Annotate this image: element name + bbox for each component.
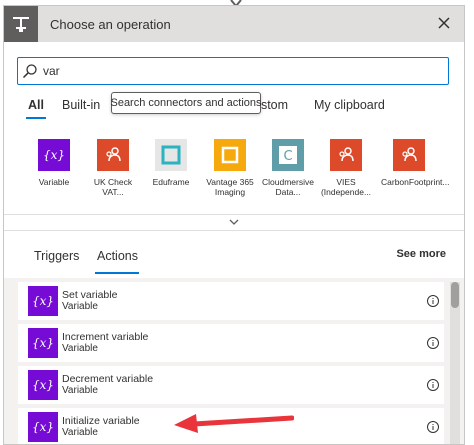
search-icon	[22, 64, 37, 79]
action-decrement-variable[interactable]: {x} Decrement variable Variable	[18, 366, 444, 404]
scrollbar-thumb[interactable]	[451, 282, 459, 308]
choose-operation-panel: Choose an operation All Built-in ustom M…	[3, 5, 465, 445]
connector-person-icon	[393, 139, 425, 171]
svg-text:{x}: {x}	[32, 336, 54, 350]
connector-label: Eduframe	[152, 177, 190, 187]
connector-label: VIES (Independe...	[320, 177, 372, 197]
tab-all[interactable]: All	[28, 98, 44, 112]
connector-cloudmersive-data[interactable]: C Cloudmersive Data...	[260, 139, 316, 197]
svg-text:{x}: {x}	[43, 148, 65, 162]
connector-person-icon	[330, 139, 362, 171]
tab-my-clipboard[interactable]: My clipboard	[314, 98, 385, 112]
connector-list: {x} Variable UK Check VAT... Eduframe Va…	[4, 134, 464, 214]
chevron-down-icon[interactable]	[229, 218, 239, 226]
variable-icon: {x}	[28, 328, 58, 358]
cloudmersive-icon: C	[272, 139, 304, 171]
variable-icon: {x}	[28, 286, 58, 316]
info-icon[interactable]	[426, 336, 440, 350]
search-input[interactable]	[43, 64, 423, 78]
action-text: Increment variable Variable	[62, 331, 148, 355]
connector-eduframe[interactable]: Eduframe	[143, 139, 199, 187]
action-list-scrollbar[interactable]	[450, 282, 460, 444]
tab-actions-underline	[95, 272, 139, 274]
tab-actions[interactable]: Actions	[97, 249, 138, 263]
connector-person-icon	[97, 139, 129, 171]
expand-connectors-row[interactable]	[4, 216, 464, 228]
connector-label: Cloudmersive Data...	[262, 177, 314, 197]
action-set-variable[interactable]: {x} Set variable Variable	[18, 282, 444, 320]
connector-variable[interactable]: {x} Variable	[26, 139, 82, 187]
search-box[interactable]	[17, 57, 449, 85]
panel-title: Choose an operation	[50, 16, 171, 32]
connector-label: Variable	[38, 177, 70, 187]
action-connector: Variable	[62, 385, 98, 396]
action-increment-variable[interactable]: {x} Increment variable Variable	[18, 324, 444, 362]
connector-label: CarbonFootprint...	[381, 177, 450, 187]
tab-triggers[interactable]: Triggers	[34, 249, 79, 263]
tab-built-in[interactable]: Built-in	[62, 98, 100, 112]
close-icon[interactable]	[436, 15, 452, 31]
connector-label: UK Check VAT...	[93, 177, 133, 197]
info-icon[interactable]	[426, 420, 440, 434]
action-name: Decrement variable	[62, 373, 154, 385]
svg-text:{x}: {x}	[32, 378, 54, 392]
action-name: Increment variable	[62, 331, 149, 343]
svg-text:{x}: {x}	[32, 420, 54, 434]
operation-icon-box	[4, 6, 38, 42]
divider	[4, 214, 464, 215]
action-text: Initialize variable Variable	[62, 415, 140, 439]
variable-icon: {x}	[28, 412, 58, 442]
svg-text:C: C	[283, 149, 292, 164]
red-arrow-annotation-icon	[174, 414, 294, 433]
panel-header: Choose an operation	[4, 6, 464, 42]
variable-icon: {x}	[38, 139, 70, 171]
search-tooltip: Search connectors and actions	[110, 92, 262, 114]
info-icon[interactable]	[426, 378, 440, 392]
connector-vies[interactable]: VIES (Independe...	[318, 139, 374, 197]
action-text: Decrement variable Variable	[62, 373, 153, 397]
action-connector: Variable	[62, 343, 98, 354]
action-name: Initialize variable	[62, 415, 140, 427]
action-name: Set variable	[62, 289, 118, 301]
info-icon[interactable]	[426, 294, 440, 308]
vantage-icon	[214, 139, 246, 171]
svg-text:{x}: {x}	[32, 294, 54, 308]
tab-all-underline	[26, 117, 46, 119]
action-connector: Variable	[62, 427, 98, 438]
connector-carbonfootprint[interactable]: CarbonFootprint...	[381, 139, 450, 187]
action-connector: Variable	[62, 301, 98, 312]
eduframe-icon	[155, 139, 187, 171]
connector-uk-check-vat[interactable]: UK Check VAT...	[85, 139, 141, 197]
see-more-link[interactable]: See more	[396, 248, 446, 260]
divider	[4, 230, 464, 231]
action-tabs: Triggers Actions See more	[4, 234, 464, 278]
action-text: Set variable Variable	[62, 289, 117, 313]
connector-label: Vantage 365 Imaging	[206, 177, 254, 197]
variable-icon: {x}	[28, 370, 58, 400]
connector-vantage-365-imaging[interactable]: Vantage 365 Imaging	[202, 139, 258, 197]
operation-icon	[13, 17, 29, 32]
